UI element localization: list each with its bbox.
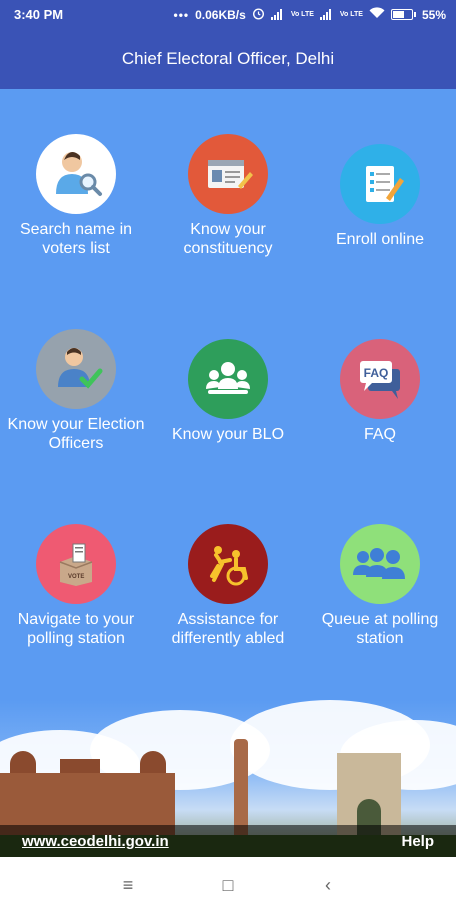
tile-faq[interactable]: FAQ FAQ — [304, 339, 456, 444]
tile-navigate-polling-station[interactable]: VOTE Navigate to your polling station — [0, 524, 152, 648]
page-title: Chief Electoral Officer, Delhi — [121, 49, 335, 68]
ballot-box-icon: VOTE — [36, 524, 116, 604]
wifi-icon — [369, 7, 385, 22]
tile-queue-polling-station[interactable]: Queue at polling station — [304, 524, 456, 648]
tile-label: Navigate to your polling station — [17, 611, 135, 647]
svg-text:FAQ: FAQ — [364, 366, 389, 380]
group-icon — [188, 339, 268, 419]
signal-icon-2 — [319, 9, 334, 20]
tile-know-constituency[interactable]: Know your constituency — [152, 134, 304, 258]
app-bar: Chief Electoral Officer, Delhi — [0, 29, 456, 89]
battery-percent: 55% — [421, 7, 446, 22]
fort-dome — [10, 751, 36, 773]
alarm-icon — [252, 7, 265, 23]
tile-label: Search name in voters list — [19, 221, 133, 257]
tile-label: Know your constituency — [183, 221, 273, 257]
footer-banner: www.ceodelhi.gov.in Help — [0, 700, 456, 857]
help-button[interactable]: Help — [401, 833, 434, 850]
volte-icon-2: Vo LTE — [339, 11, 363, 18]
tile-label: Know your BLO — [171, 426, 285, 443]
tile-assistance-differently-abled[interactable]: Assistance for differently abled — [152, 524, 304, 648]
notification-dots: ••• — [173, 7, 190, 22]
wheelchair-icon — [188, 524, 268, 604]
battery-icon — [390, 9, 416, 20]
back-nav-button[interactable]: ‹ — [313, 875, 343, 896]
status-bar: 3:40 PM ••• 0.06KB/s Vo LTE Vo LTE 55% — [0, 0, 456, 29]
tile-label: Queue at polling station — [321, 611, 439, 647]
tile-label: FAQ — [363, 426, 396, 443]
search-user-icon — [36, 134, 116, 214]
menu-nav-button[interactable]: ≡ — [113, 875, 143, 896]
tile-know-blo[interactable]: Know your BLO — [152, 339, 304, 444]
fort-top — [60, 759, 100, 773]
status-time: 3:40 PM — [14, 7, 64, 22]
system-nav-bar: ≡ □ ‹ — [0, 857, 456, 913]
faq-bubble-icon: FAQ — [340, 339, 420, 419]
svg-text:VOTE: VOTE — [68, 574, 84, 580]
home-nav-button[interactable]: □ — [213, 875, 243, 896]
footer-bar: www.ceodelhi.gov.in Help — [0, 825, 456, 857]
form-pencil-icon — [340, 144, 420, 224]
tile-label: Know your Election Officers — [7, 416, 145, 452]
queue-people-icon — [340, 524, 420, 604]
tile-enroll-online[interactable]: Enroll online — [304, 144, 456, 249]
website-link[interactable]: www.ceodelhi.gov.in — [22, 833, 169, 850]
user-check-icon — [36, 329, 116, 409]
id-card-icon — [188, 134, 268, 214]
network-speed: 0.06KB/s — [195, 7, 246, 22]
tile-search-name[interactable]: Search name in voters list — [0, 134, 152, 258]
signal-icon-1 — [270, 9, 285, 20]
volte-icon-1: Vo LTE — [290, 11, 314, 18]
tile-election-officers[interactable]: Know your Election Officers — [0, 329, 152, 453]
tile-label: Enroll online — [335, 231, 425, 248]
tile-label: Assistance for differently abled — [171, 611, 285, 647]
fort-dome — [140, 751, 166, 773]
